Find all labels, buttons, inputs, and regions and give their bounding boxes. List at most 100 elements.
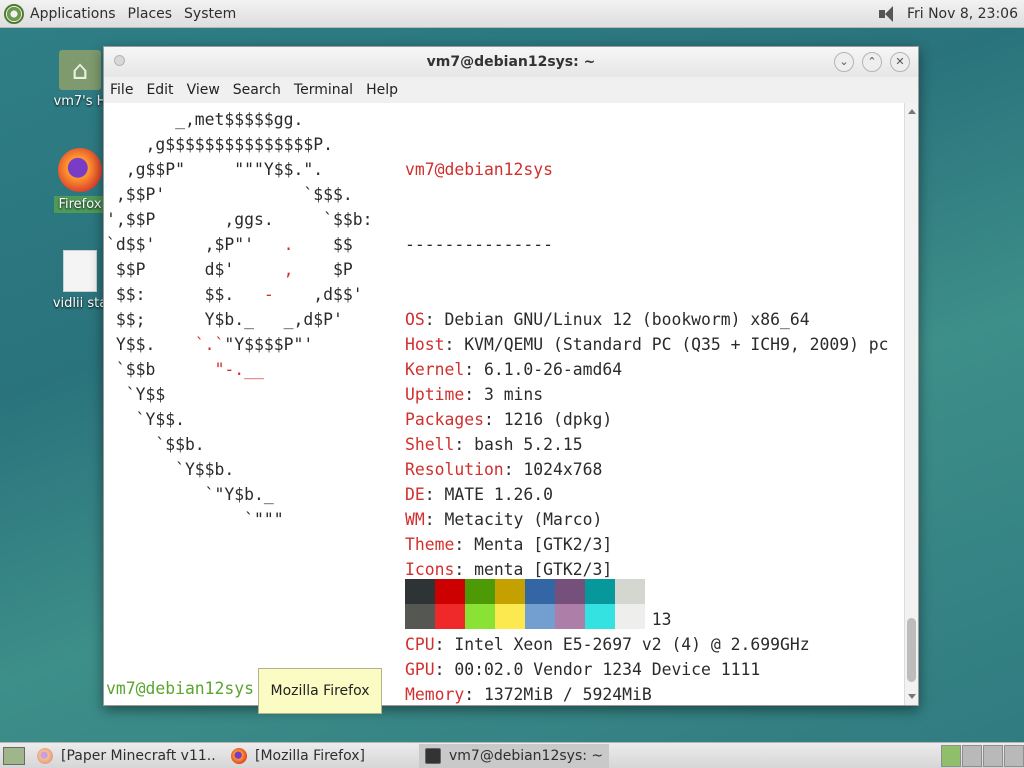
info-key: Resolution [405,460,504,479]
menu-help[interactable]: Help [366,82,398,98]
info-value: : Debian GNU/Linux 12 (bookworm) x86_64 [424,310,810,329]
info-key: Shell [405,435,455,454]
ascii-logo-line: `d$$' ,$P"' . $$ [106,235,353,254]
info-value: : Intel Xeon E5-2697 v2 (4) @ 2.699GHz [434,635,810,654]
info-line: Kernel: 6.1.0-26-amd64 [405,357,889,382]
top-panel: Applications Places System Fri Nov 8, 23… [0,0,1024,28]
info-key: OS [405,310,425,329]
terminal-window[interactable]: vm7@debian12sys: ~ ⌄ ⌃ ✕ File Edit View … [103,46,919,706]
volume-icon[interactable] [877,5,899,23]
info-key: Host [405,335,445,354]
workspace-switcher[interactable] [940,744,1024,767]
palette-swatch [465,579,495,604]
palette-swatch [495,604,525,629]
menu-search[interactable]: Search [233,82,281,98]
ascii-logo-line: `$$b "-.__ [106,360,264,379]
separator-line: --------------- [405,235,554,254]
firefox-icon [231,747,247,764]
scroll-up-arrow-icon[interactable] [908,109,916,114]
palette-swatch [405,579,435,604]
menu-applications[interactable]: Applications [30,6,116,22]
ascii-logo-line: Y$$. `.`"Y$$$$P"' [106,335,314,354]
workspace-1[interactable] [941,744,961,767]
info-value: : 1216 (dpkg) [483,410,613,429]
info-key: Kernel [405,360,465,379]
terminal-scrollbar[interactable] [904,103,918,705]
workspace-2[interactable] [962,744,982,767]
scroll-down-arrow-icon[interactable] [908,694,916,699]
palette-swatch [585,579,615,604]
palette-swatch [405,604,435,629]
info-line: Resolution: 1024x768 [405,457,889,482]
window-titlebar[interactable]: vm7@debian12sys: ~ ⌄ ⌃ ✕ [104,47,918,77]
palette-swatch [435,579,465,604]
window-menu-icon[interactable] [114,55,125,66]
ascii-logo-line: `Y$$b. [106,460,235,479]
ascii-logo-line: ,g$$P" """Y$$.". [106,160,324,179]
workspace-3[interactable] [983,744,1003,767]
tooltip: Mozilla Firefox [258,668,382,714]
workspace-4[interactable] [1004,744,1024,767]
info-line: Theme: Menta [GTK2/3] [405,532,889,557]
color-palette [405,579,645,629]
terminal-menubar: File Edit View Search Terminal Help [104,77,918,103]
task-label: [Mozilla Firefox] [255,747,365,764]
palette-row-bright [405,604,645,629]
info-key: Packages [405,410,484,429]
palette-swatch [555,604,585,629]
ascii-logo: _,met$$$$$gg. ,g$$$$$$$$$$$$$$$P. ,g$$P"… [106,107,372,532]
ascii-logo-line: `""" [106,510,284,529]
terminal-output[interactable]: _,met$$$$$gg. ,g$$$$$$$$$$$$$$$P. ,g$$P"… [104,103,904,705]
info-line: GPU: 00:02.0 Vendor 1234 Device 1111 [405,657,889,682]
terminal-icon [425,747,441,764]
show-desktop-icon[interactable] [3,746,25,765]
taskbar-item-firefox[interactable]: [Mozilla Firefox] [225,744,415,768]
clock[interactable]: Fri Nov 8, 23:06 [907,6,1018,22]
menu-edit[interactable]: Edit [146,82,173,98]
info-value: : Menta [GTK2/3] [454,535,613,554]
palette-swatch [615,579,645,604]
info-line: DE: MATE 1.26.0 [405,482,889,507]
info-line: Host: KVM/QEMU (Standard PC (Q35 + ICH9,… [405,332,889,357]
ascii-logo-line: _,met$$$$$gg. [106,110,304,129]
info-lines: OS: Debian GNU/Linux 12 (bookworm) x86_6… [405,307,889,705]
info-value: : 3 mins [464,385,544,404]
user-host-line: vm7@debian12sys [405,157,889,182]
palette-swatch [495,579,525,604]
menu-file[interactable]: File [110,82,133,98]
ascii-logo-line: `"Y$b._ [106,485,274,504]
ascii-logo-line: $$P d$' , $P [106,260,353,279]
minimize-button[interactable]: ⌄ [834,52,854,72]
menu-places[interactable]: Places [128,6,173,22]
info-key: Uptime [405,385,465,404]
shell-prompt: vm7@debian12sys [106,679,255,698]
info-key: WM [405,510,425,529]
user-host: vm7@debian12sys [405,160,554,179]
palette-swatch [555,579,585,604]
palette-swatch [525,579,555,604]
home-folder-icon [59,50,101,90]
ascii-logo-line: `$$b. [106,435,205,454]
info-line: Memory: 1372MiB / 5924MiB [405,682,889,705]
close-button[interactable]: ✕ [890,52,910,72]
info-value: : 1024x768 [503,460,603,479]
ascii-logo-line: `Y$$ [106,385,166,404]
ascii-logo-line: ,g$$$$$$$$$$$$$$$P. [106,135,333,154]
taskbar-item-minecraft[interactable]: [Paper Minecraft v11.... [31,744,221,768]
maximize-button[interactable]: ⌃ [862,52,882,72]
info-value: : MATE 1.26.0 [424,485,554,504]
ascii-logo-line: ,$$P' `$$$. [106,185,353,204]
menu-system[interactable]: System [184,6,236,22]
info-line: CPU: Intel Xeon E5-2697 v2 (4) @ 2.699GH… [405,632,889,657]
desktop-icon-label: Firefox [54,196,106,213]
menu-view[interactable]: View [187,82,220,98]
info-line: Packages: 1216 (dpkg) [405,407,889,432]
info-value: : Metacity (Marco) [424,510,603,529]
debian-swirl-icon[interactable] [4,3,24,24]
file-icon [63,250,97,292]
palette-swatch [585,604,615,629]
menu-terminal[interactable]: Terminal [294,82,353,98]
taskbar-item-terminal[interactable]: vm7@debian12sys: ~ [419,743,609,768]
scrollbar-thumb[interactable] [907,618,916,682]
info-line: WM: Metacity (Marco) [405,507,889,532]
